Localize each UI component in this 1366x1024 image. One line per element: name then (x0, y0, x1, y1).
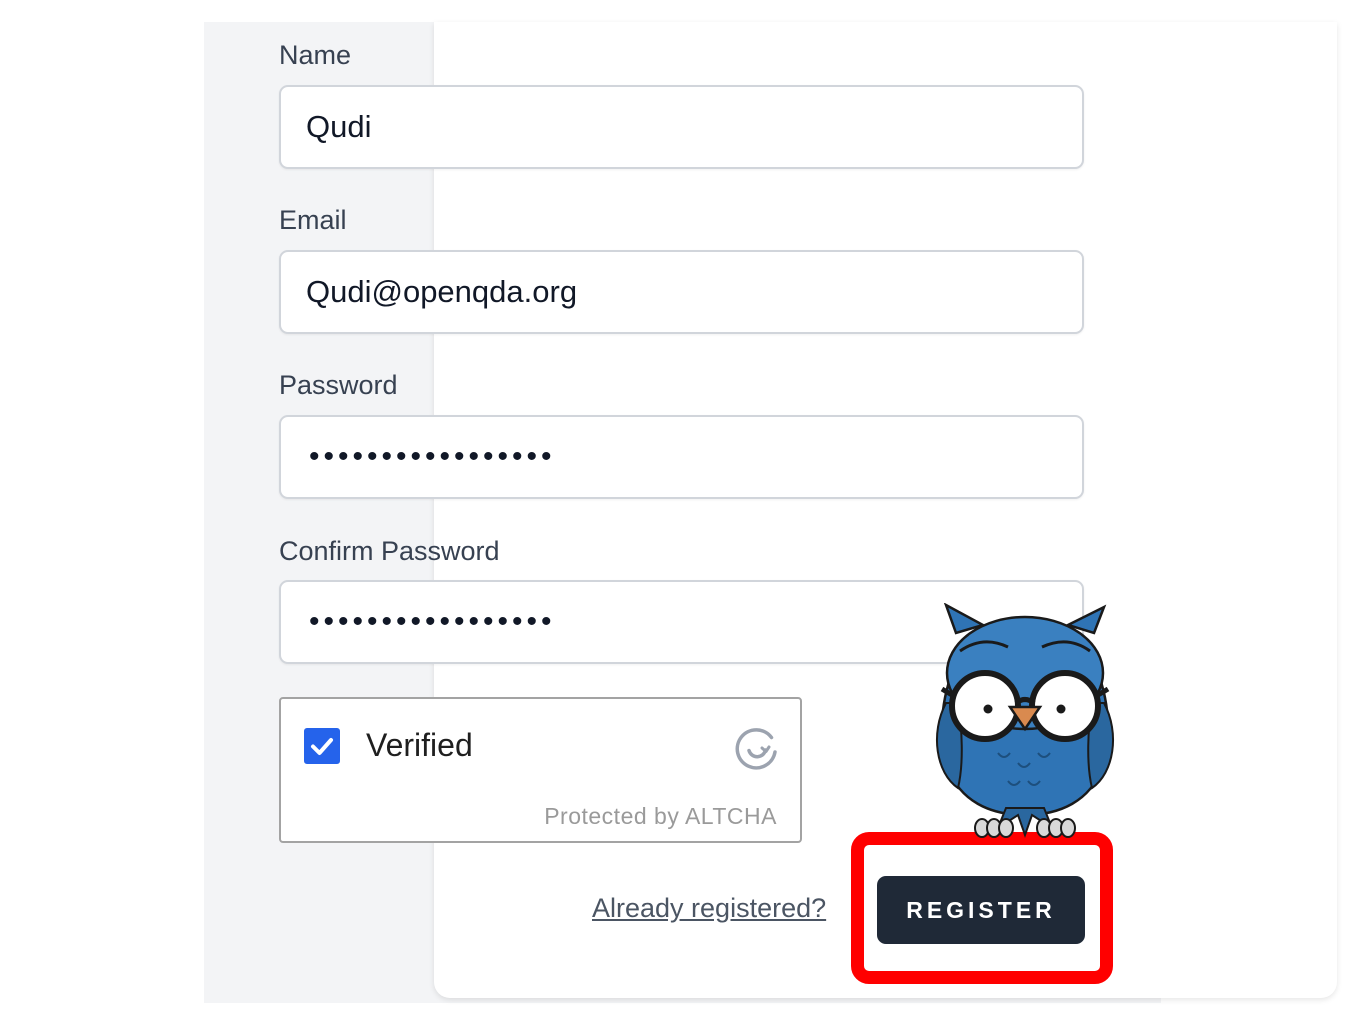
name-label: Name (279, 40, 352, 70)
altcha-footer-text: Protected by ALTCHA (544, 803, 777, 829)
owl-mascot-icon (935, 603, 1115, 839)
already-registered-link[interactable]: Already registered? (592, 893, 826, 924)
name-input[interactable] (279, 85, 1084, 169)
altcha-logo-icon (735, 728, 777, 770)
altcha-checkbox[interactable] (304, 728, 340, 764)
highlight-annotation-box (851, 832, 1113, 984)
altcha-widget: Verified Protected by ALTCHA (279, 697, 802, 843)
password-label: Password (279, 370, 398, 400)
checkmark-icon (311, 738, 333, 755)
email-input[interactable] (279, 250, 1084, 334)
confirm-password-label: Confirm Password (279, 536, 500, 566)
email-label: Email (279, 205, 347, 235)
altcha-status-label: Verified (366, 727, 473, 763)
password-input[interactable] (279, 415, 1084, 499)
